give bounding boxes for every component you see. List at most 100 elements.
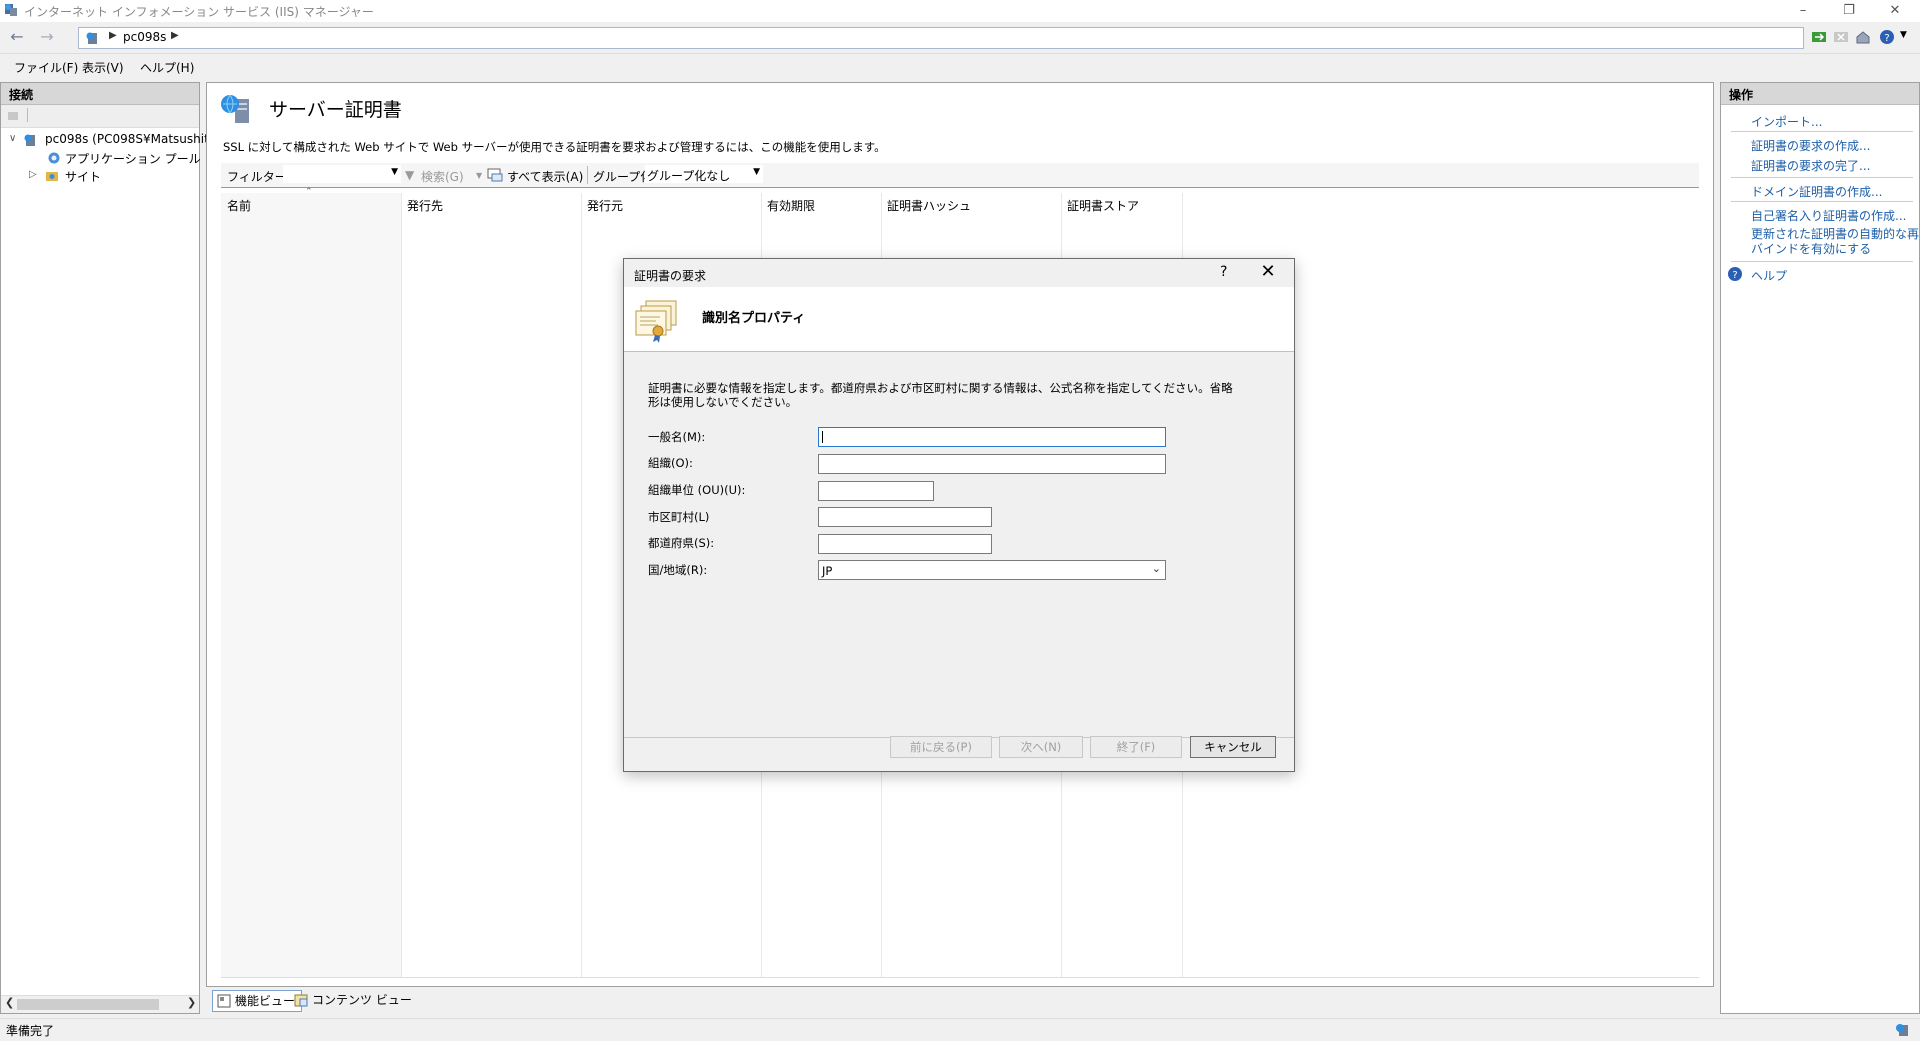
stop-icon[interactable]: [1832, 28, 1850, 46]
tree-label-server[interactable]: pc098s (PC098S¥Matsushita_T: [45, 132, 230, 146]
page-title: サーバー証明書: [269, 99, 402, 121]
org-unit-label: 組織単位 (OU)(U):: [648, 483, 746, 497]
tab-feature-view-label: 機能ビュー: [235, 994, 296, 1008]
menu-view[interactable]: 表示(V): [82, 59, 124, 76]
chevron-down-icon[interactable]: ▼: [476, 171, 482, 180]
page-description: SSL に対して構成された Web サイトで Web サーバーが使用できる証明書…: [223, 140, 886, 154]
forward-arrow-icon[interactable]: →: [34, 26, 60, 48]
show-all-icon: [487, 168, 503, 182]
action-domain-cert[interactable]: ドメイン証明書の作成...: [1751, 183, 1882, 200]
tree-label-app-pools[interactable]: アプリケーション プール: [65, 150, 201, 167]
server-certificate-icon: [221, 94, 249, 123]
home-icon[interactable]: [1854, 28, 1872, 46]
action-auto-rebind[interactable]: 更新された証明書の自動的な再バインドを有効にする: [1751, 227, 1919, 257]
action-complete-request[interactable]: 証明書の要求の完了...: [1751, 157, 1870, 174]
window-title: インターネット インフォメーション サービス (IIS) マネージャー: [24, 5, 374, 19]
tab-feature-view[interactable]: 機能ビュー: [212, 990, 303, 1012]
dialog-title: 証明書の要求: [634, 269, 707, 283]
chevron-right-icon: ▶: [109, 30, 117, 41]
organization-field[interactable]: [818, 454, 1166, 474]
add-connection-icon[interactable]: [6, 108, 20, 122]
chevron-down-icon[interactable]: ▼: [753, 167, 760, 177]
restore-button[interactable]: ❐: [1826, 0, 1872, 22]
state-field[interactable]: [818, 534, 992, 554]
collapse-icon[interactable]: ∨: [9, 133, 16, 144]
country-select[interactable]: JP ⌄: [818, 560, 1166, 580]
dialog-heading: 識別名プロパティ: [702, 311, 806, 326]
tab-content-view-label: コンテンツ ビュー: [312, 993, 412, 1007]
actions-divider: [1731, 201, 1913, 202]
action-self-signed[interactable]: 自己署名入り証明書の作成...: [1751, 207, 1906, 224]
column-issued-to[interactable]: 発行先: [407, 197, 443, 214]
refresh-connection-icon[interactable]: [1810, 28, 1828, 46]
text-caret: [822, 431, 823, 443]
status-text: 準備完了: [6, 1024, 55, 1038]
expand-icon[interactable]: ▷: [29, 169, 37, 180]
menu-help[interactable]: ヘルプ(H): [140, 59, 194, 76]
dialog-instructions: 証明書に必要な情報を指定します。都道府県および市区町村に関する情報は、公式名称を…: [648, 381, 1233, 409]
certificate-icon: [635, 300, 677, 343]
connections-header: 接続: [1, 83, 199, 105]
org-unit-field[interactable]: [818, 481, 934, 501]
tab-content-view[interactable]: コンテンツ ビュー: [290, 990, 418, 1010]
dialog-help-button[interactable]: ?: [1220, 264, 1227, 280]
sites-folder-icon: [46, 172, 58, 181]
state-label: 都道府県(S):: [648, 536, 715, 550]
chevron-down-icon[interactable]: ▼: [391, 167, 398, 177]
close-window-button[interactable]: ✕: [1872, 0, 1918, 22]
network-status-icon: [1896, 1024, 1908, 1036]
city-field[interactable]: [818, 507, 992, 527]
column-expiration[interactable]: 有効期限: [767, 197, 815, 214]
address-box[interactable]: ▶ pc098s ▶: [78, 27, 1804, 49]
actions-header-label: 操作: [1729, 88, 1754, 102]
action-help[interactable]: ヘルプ: [1751, 267, 1787, 284]
dialog-close-icon[interactable]: ✕: [1254, 261, 1282, 283]
group-by-value: グループ化なし: [647, 169, 731, 183]
menu-file[interactable]: ファイル(F): [14, 59, 78, 76]
connections-header-label: 接続: [9, 88, 34, 102]
scrollbar-thumb[interactable]: [17, 999, 159, 1010]
filter-bar: フィルター: ▼ ▼ 検索(G) ▼ すべて表示(A) グループ化: グループ化…: [221, 163, 1699, 188]
chevron-down-icon[interactable]: ▼: [1900, 30, 1907, 40]
actions-divider: [1731, 261, 1913, 262]
filter-divider: [587, 166, 588, 184]
next-button[interactable]: 次へ(N): [999, 736, 1083, 758]
help-icon[interactable]: ?: [1878, 28, 1896, 46]
chevron-down-icon[interactable]: ⌄: [1152, 562, 1161, 575]
scroll-right-icon[interactable]: ❯: [187, 996, 196, 1009]
title-bar: インターネット インフォメーション サービス (IIS) マネージャー – ❐ …: [0, 0, 1920, 22]
group-by-select[interactable]: グループ化なし ▼: [645, 165, 763, 183]
sort-indicator-icon: ⌃: [305, 187, 313, 197]
minimize-button[interactable]: –: [1780, 0, 1826, 22]
svg-text:?: ?: [1884, 33, 1889, 44]
column-hash[interactable]: 証明書ハッシュ: [887, 197, 971, 214]
back-arrow-icon[interactable]: ←: [4, 26, 30, 48]
common-name-field[interactable]: [818, 427, 1166, 447]
scroll-left-icon[interactable]: ❮: [5, 996, 14, 1009]
column-name[interactable]: 名前: [227, 197, 251, 214]
column-store[interactable]: 証明書ストア: [1067, 197, 1139, 214]
filter-label: フィルター:: [227, 170, 291, 184]
city-label: 市区町村(L): [648, 510, 710, 524]
tree-item-server[interactable]: ∨ pc098s (PC098S¥Matsushita_T: [1, 131, 230, 149]
action-create-request[interactable]: 証明書の要求の作成...: [1751, 137, 1870, 154]
search-button[interactable]: 検索(G): [421, 168, 464, 185]
filter-input[interactable]: ▼: [283, 165, 401, 183]
server-icon: [86, 32, 97, 44]
country-label: 国/地域(R):: [648, 563, 708, 577]
menu-bar: ファイル(F) 表示(V) ヘルプ(H): [0, 56, 1920, 78]
action-import[interactable]: インポート...: [1751, 113, 1822, 130]
country-value: JP: [822, 564, 833, 578]
horizontal-scrollbar[interactable]: ❮ ❯: [1, 995, 199, 1013]
tree-label-sites[interactable]: サイト: [65, 168, 101, 185]
toolbar-divider: [27, 108, 28, 122]
cancel-button[interactable]: キャンセル: [1190, 736, 1276, 758]
finish-button[interactable]: 終了(F): [1090, 736, 1182, 758]
actions-panel: 操作 インポート... 証明書の要求の作成... 証明書の要求の完了... ドメ…: [1720, 82, 1920, 1014]
breadcrumb-server[interactable]: pc098s: [123, 30, 166, 44]
column-issued-by[interactable]: 発行元: [587, 197, 623, 214]
actions-divider: [1731, 177, 1913, 178]
chevron-right-icon[interactable]: ▶: [171, 30, 179, 41]
show-all-button[interactable]: すべて表示(A): [507, 168, 583, 185]
back-button[interactable]: 前に戻る(P): [890, 736, 992, 758]
